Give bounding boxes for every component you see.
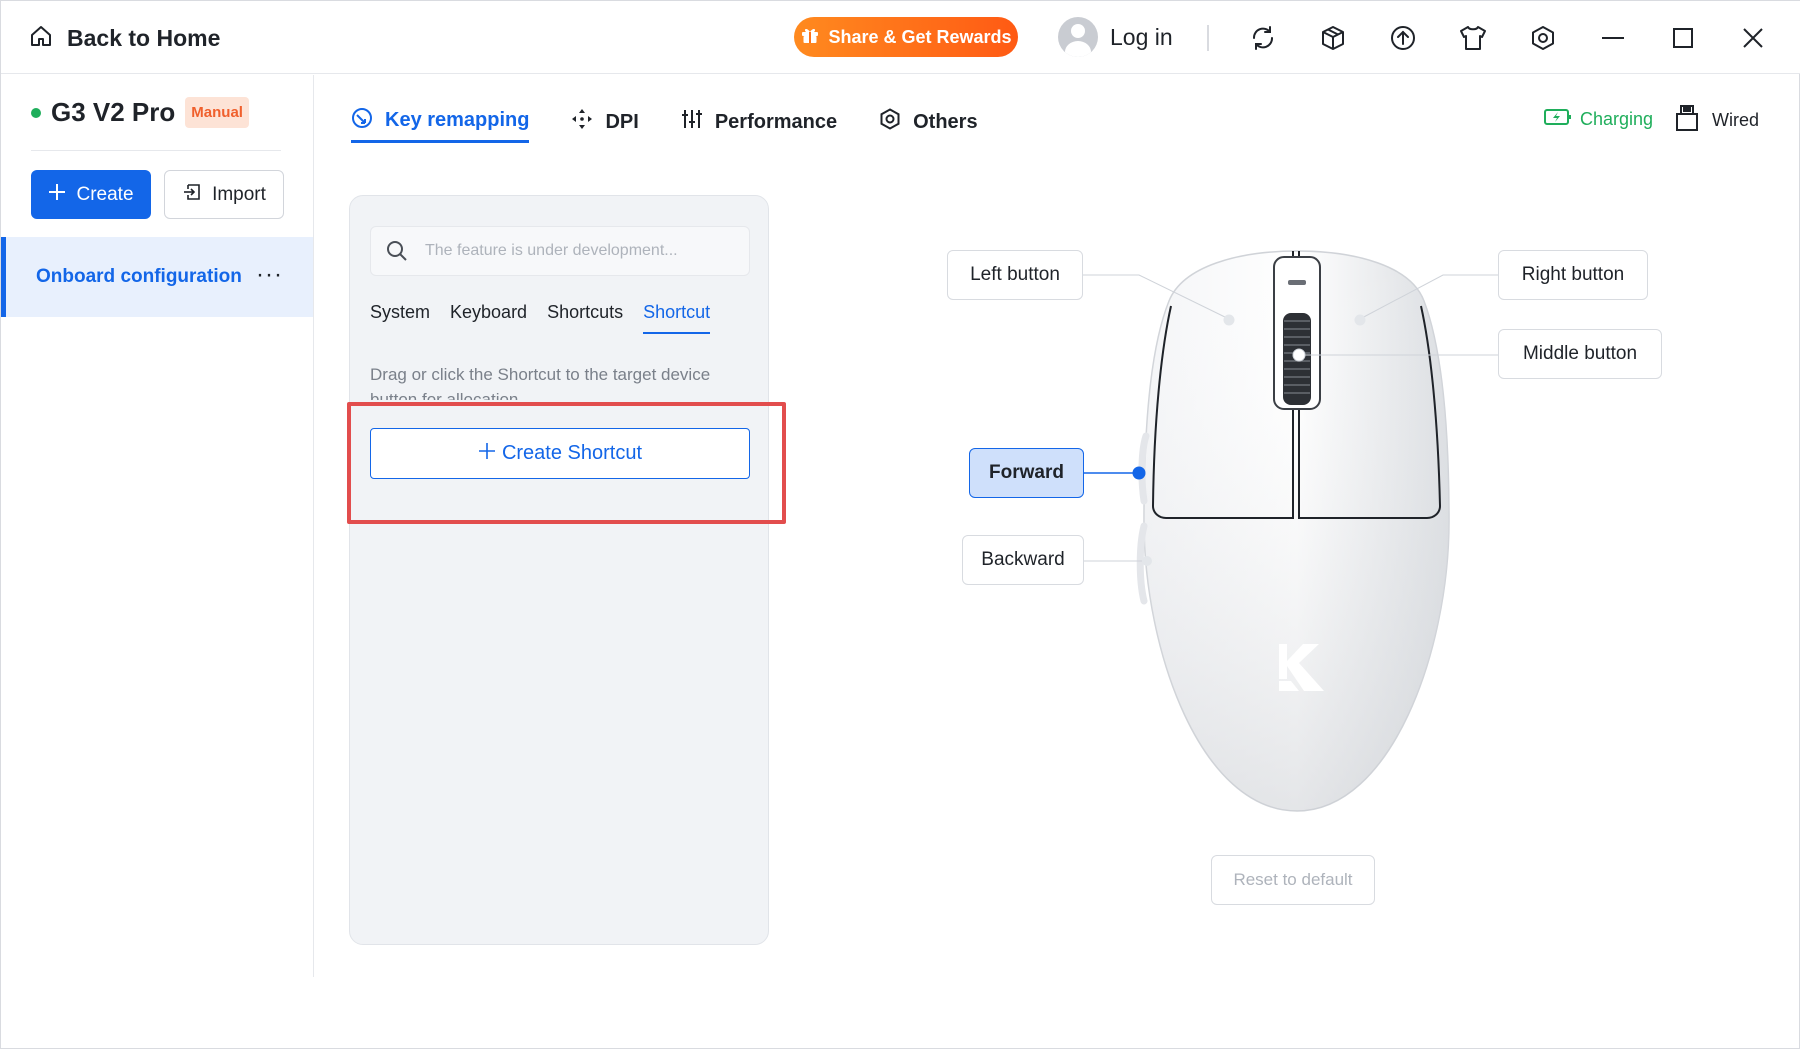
app-window: Back to Home Share & Get Rewards Log in (0, 0, 1800, 1049)
reset-to-default-button[interactable]: Reset to default (1211, 855, 1375, 905)
mouse-body (1136, 250, 1450, 812)
backward-button-label[interactable]: Backward (962, 535, 1084, 585)
forward-button-label[interactable]: Forward (969, 448, 1084, 498)
middle-button-label[interactable]: Middle button (1498, 329, 1662, 379)
left-button-label[interactable]: Left button (947, 250, 1083, 300)
left-button-point (1223, 314, 1235, 326)
mouse-diagram (1082, 250, 1499, 812)
forward-point (1132, 466, 1146, 480)
right-button-point (1354, 314, 1366, 326)
middle-button-point (1292, 348, 1306, 362)
right-button-label[interactable]: Right button (1498, 250, 1648, 300)
backward-point (1142, 556, 1152, 566)
